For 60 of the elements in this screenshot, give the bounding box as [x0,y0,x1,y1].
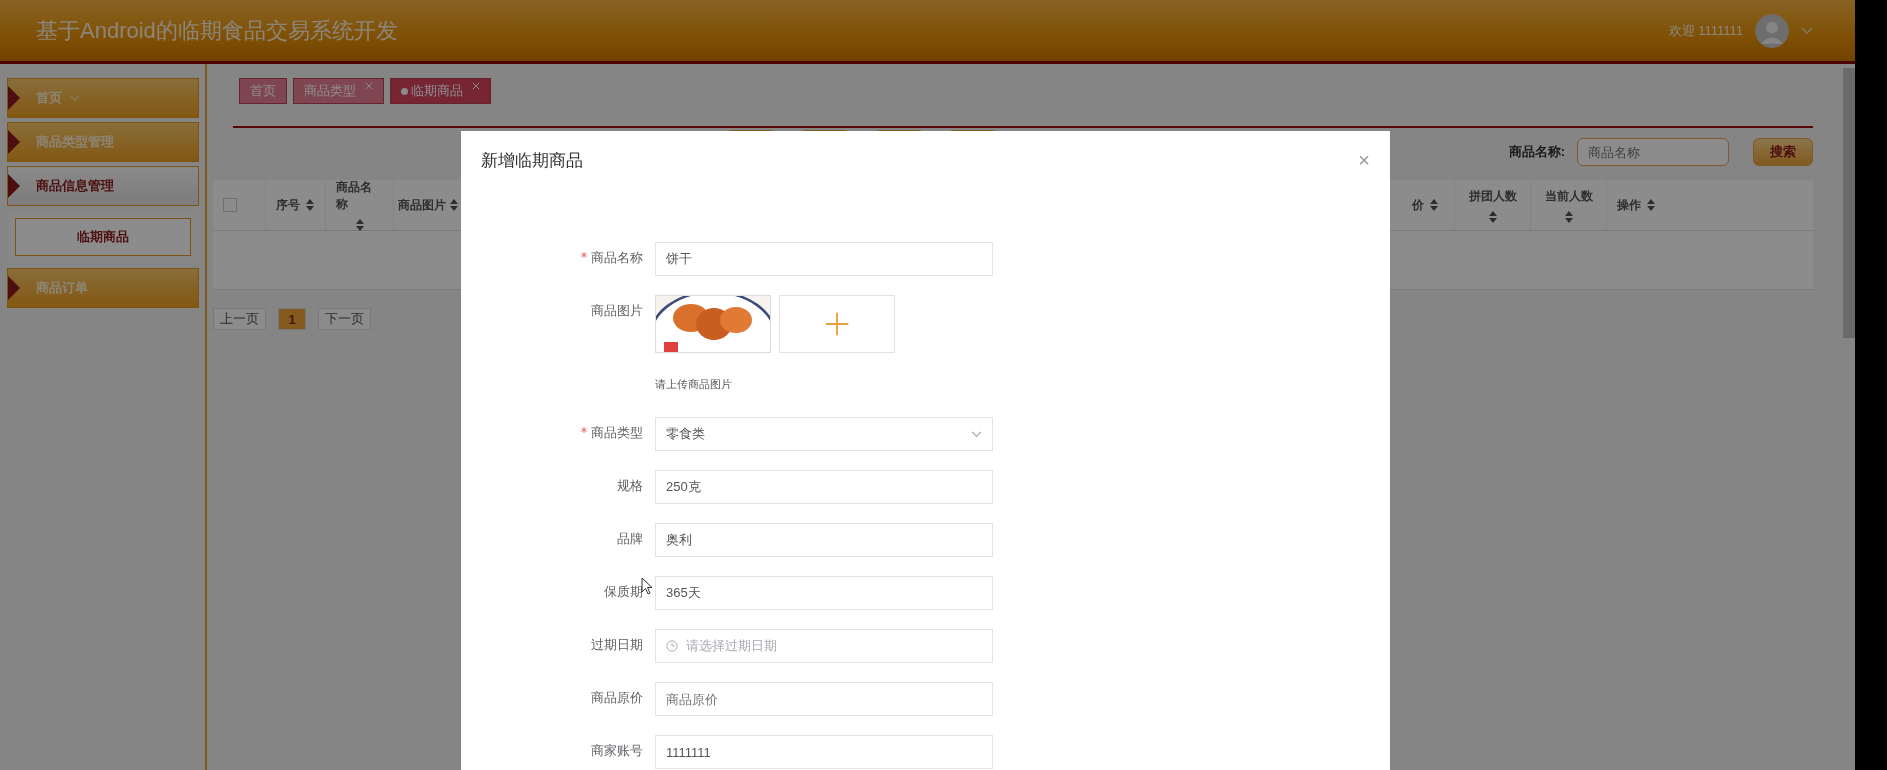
mouse-pointer-icon [641,577,653,595]
close-icon[interactable] [472,82,480,90]
close-button[interactable]: × [1358,149,1370,172]
field-label: 品牌 [617,531,643,546]
checkbox[interactable] [223,198,237,212]
column-header: 当前人数 [1544,187,1593,205]
chevron-down-icon [971,430,982,438]
field-label: 商品名称 [581,250,643,265]
sort-icon[interactable] [1430,199,1438,211]
app-title: 基于Android的临期食品交易系统开发 [36,16,398,45]
input-field[interactable]: 饼干 [655,242,993,276]
search-button[interactable]: 搜索 [1753,138,1813,166]
triangle-icon [8,130,20,154]
vertical-scrollbar[interactable] [1843,68,1855,338]
select-field[interactable]: 零食类 [655,417,993,451]
upload-hint: 请上传商品图片 [655,377,733,392]
field-label: 商品原价 [591,690,643,705]
asterisk-icon [581,427,587,433]
page-number[interactable]: 1 [278,308,306,330]
date-field[interactable]: 请选择过期日期 [655,629,993,663]
triangle-icon [8,174,20,198]
field-label: 保质期 [604,584,643,599]
tab[interactable]: 商品类型 [293,78,384,104]
column-header: 价 [1412,196,1424,214]
column-header: 拼团人数 [1468,187,1517,205]
asterisk-icon [581,252,587,258]
clock-icon [666,640,678,652]
field-label: 过期日期 [591,637,643,652]
sort-icon[interactable] [1564,210,1573,223]
input-field[interactable]: 365天 [655,576,993,610]
sidebar-item[interactable]: 商品信息管理 [7,166,199,206]
triangle-icon [8,276,20,300]
column-header: 序号 [276,196,300,214]
sidebar-subitem[interactable]: 临期商品 [15,218,191,256]
welcome-text: 欢迎 1111111 [1668,21,1743,40]
sort-icon[interactable] [306,199,314,211]
sort-icon[interactable] [1488,210,1497,223]
triangle-icon [8,86,20,110]
field-label: 商品图片 [591,303,643,318]
chevron-down-icon [70,94,80,102]
field-label: 商品类型 [581,425,643,440]
column-header: 商品图片 [398,196,446,214]
tab[interactable]: 首页 [239,78,287,104]
tab[interactable]: 临期商品 [390,78,491,104]
input-field[interactable]: 1111111 [655,735,993,769]
dialog-title: 新增临期商品 [481,150,583,172]
column-header: 商品名称 [336,179,373,213]
sort-icon[interactable] [1647,199,1655,211]
input-field[interactable]: 商品原价 [655,682,993,716]
column-header: 操作 [1617,196,1641,214]
dot-icon [401,87,408,95]
field-label: 规格 [617,478,643,493]
search-field[interactable]: 商品名称 [1577,138,1729,166]
plus-icon [824,311,850,337]
sort-icon[interactable] [450,199,458,211]
sort-icon[interactable] [355,219,364,231]
input-field[interactable]: 250克 [655,470,993,504]
search-label: 商品名称: [1508,143,1565,161]
input-field[interactable]: 奥利 [655,523,993,557]
field-label: 商家账号 [591,743,643,758]
